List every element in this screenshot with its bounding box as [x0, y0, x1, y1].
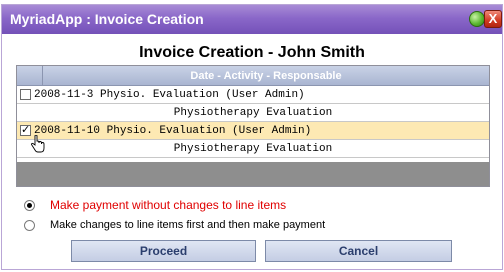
option-pay-without-changes[interactable]: Make payment without changes to line ite… [24, 195, 494, 215]
table-row-detail: Physiotherapy Evaluation [17, 104, 489, 122]
cancel-button[interactable]: Cancel [265, 240, 452, 262]
payment-options: Make payment without changes to line ite… [24, 195, 494, 235]
close-icon[interactable]: X [484, 10, 502, 28]
title-bar[interactable]: MyriadApp : Invoice Creation X [2, 5, 502, 34]
table-row-detail: Physiotherapy Evaluation [17, 140, 489, 158]
table-row[interactable]: 2008-11-10 Physio. Evaluation (User Admi… [17, 122, 489, 140]
activity-grid: Date - Activity - Responsable 2008-11-3 … [16, 65, 490, 187]
option2-label: Make changes to line items first and the… [50, 219, 326, 231]
select-column-header [17, 66, 43, 85]
grid-footer [17, 162, 489, 186]
proceed-button[interactable]: Proceed [71, 240, 256, 262]
row-checkbox[interactable] [20, 89, 31, 100]
row-detail: Physiotherapy Evaluation [173, 142, 333, 155]
radio-change-line-items[interactable] [24, 219, 35, 231]
page-heading: Invoice Creation - John Smith [139, 44, 365, 61]
option-change-line-items[interactable]: Make changes to line items first and the… [24, 215, 494, 235]
row-detail: Physiotherapy Evaluation [173, 106, 333, 119]
table-row[interactable]: 2008-11-3 Physio. Evaluation (User Admin… [17, 86, 489, 104]
row-summary: 2008-11-10 Physio. Evaluation (User Admi… [34, 124, 312, 137]
grid-header: Date - Activity - Responsable [17, 66, 489, 86]
invoice-creation-window: MyriadApp : Invoice Creation X Invoice C… [1, 4, 503, 270]
window-title: MyriadApp : Invoice Creation [10, 11, 204, 27]
radio-pay-without-changes[interactable] [24, 199, 35, 211]
row-summary: 2008-11-3 Physio. Evaluation (User Admin… [34, 88, 305, 101]
grid-column-header: Date - Activity - Responsable [190, 70, 342, 82]
option1-label: Make payment without changes to line ite… [50, 198, 287, 212]
hand-cursor-icon [31, 135, 45, 153]
green-circle-icon[interactable] [469, 11, 485, 27]
